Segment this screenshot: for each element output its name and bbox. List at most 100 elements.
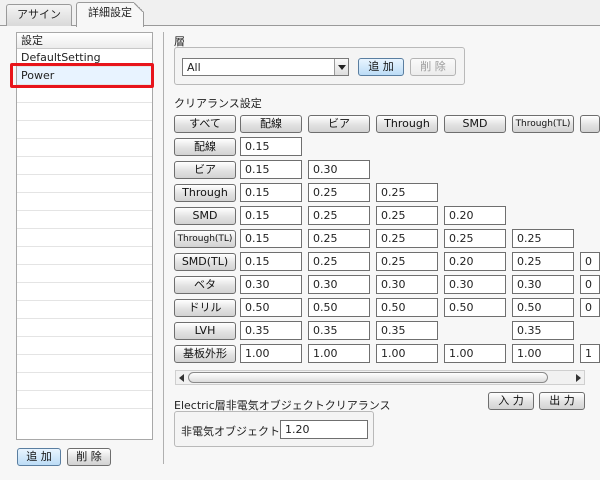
clearance-row-header-button[interactable]: 配線 bbox=[174, 138, 236, 156]
settings-list-header: 設定 bbox=[17, 33, 152, 49]
clearance-column-header-button[interactable]: ビア bbox=[308, 115, 370, 133]
settings-list-empty-row bbox=[17, 391, 152, 409]
clearance-title: クリアランス設定 bbox=[174, 97, 262, 110]
non-electric-object-clearance-field[interactable]: 1.20 bbox=[280, 420, 368, 439]
tab-assign-label: アサイン bbox=[17, 8, 61, 21]
tab-bar: アサイン 詳細設定 bbox=[0, 0, 600, 27]
clearance-row-header-button[interactable]: LVH bbox=[174, 322, 236, 340]
clearance-value-field[interactable]: 0.30 bbox=[308, 160, 370, 179]
clearance-value-field[interactable]: 0.20 bbox=[444, 206, 506, 225]
clearance-value-field[interactable]: 0.30 bbox=[240, 275, 302, 294]
clearance-value-field[interactable]: 0.25 bbox=[376, 183, 438, 202]
clearance-value-field[interactable]: 0.15 bbox=[240, 206, 302, 225]
tab-advanced-settings-label: 詳細設定 bbox=[88, 6, 132, 19]
settings-list-empty-row bbox=[17, 355, 152, 373]
add-setting-button[interactable]: 追 加 bbox=[17, 448, 61, 466]
clearance-value-field[interactable]: 0.50 bbox=[444, 298, 506, 317]
settings-list-empty-row bbox=[17, 193, 152, 211]
clearance-value-field[interactable]: 0 bbox=[580, 252, 600, 271]
clearance-value-field[interactable]: 0.25 bbox=[512, 252, 574, 271]
clearance-value-field[interactable]: 0.35 bbox=[308, 321, 370, 340]
select-all-button[interactable]: すべて bbox=[174, 115, 236, 133]
settings-list-empty-row bbox=[17, 121, 152, 139]
clearance-value-field[interactable]: 0.25 bbox=[308, 252, 370, 271]
settings-list-empty-row bbox=[17, 337, 152, 355]
clearance-value-field[interactable]: 1.00 bbox=[308, 344, 370, 363]
settings-list-empty-row bbox=[17, 247, 152, 265]
non-electric-object-label: 非電気オブジェクト bbox=[181, 425, 280, 438]
scroll-right-icon[interactable] bbox=[572, 371, 584, 384]
clearance-row-header-button[interactable]: SMD bbox=[174, 207, 236, 225]
clearance-value-field[interactable]: 0.15 bbox=[240, 183, 302, 202]
clearance-value-field[interactable]: 0.50 bbox=[376, 298, 438, 317]
clearance-value-field[interactable]: 0.15 bbox=[240, 229, 302, 248]
delete-setting-button[interactable]: 削 除 bbox=[67, 448, 111, 466]
clearance-value-field[interactable]: 0.50 bbox=[512, 298, 574, 317]
clearance-value-field[interactable]: 0.25 bbox=[376, 252, 438, 271]
layer-select[interactable]: All bbox=[182, 58, 349, 76]
clearance-row-header-button[interactable]: ドリル bbox=[174, 299, 236, 317]
clearance-value-field[interactable]: 0.35 bbox=[240, 321, 302, 340]
settings-list-empty-row bbox=[17, 103, 152, 121]
clearance-value-field[interactable]: 1.00 bbox=[444, 344, 506, 363]
clearance-row-header-button[interactable]: Through bbox=[174, 184, 236, 202]
clearance-value-field[interactable]: 1.00 bbox=[376, 344, 438, 363]
clearance-value-field[interactable]: 0.30 bbox=[444, 275, 506, 294]
clearance-value-field[interactable]: 0.35 bbox=[376, 321, 438, 340]
layer-select-value: All bbox=[187, 61, 201, 74]
export-button[interactable]: 出 力 bbox=[539, 392, 585, 410]
clearance-value-field[interactable]: 0.25 bbox=[444, 229, 506, 248]
clearance-value-field[interactable]: 0.25 bbox=[512, 229, 574, 248]
settings-list-empty-row bbox=[17, 139, 152, 157]
add-layer-button[interactable]: 追 加 bbox=[358, 58, 404, 76]
clearance-value-field[interactable]: 0.20 bbox=[444, 252, 506, 271]
selection-highlight-box bbox=[10, 63, 154, 88]
clearance-value-field[interactable]: 0.15 bbox=[240, 160, 302, 179]
clearance-value-field[interactable]: 0.50 bbox=[240, 298, 302, 317]
delete-layer-button[interactable]: 削 除 bbox=[410, 58, 456, 76]
tab-corner bbox=[134, 2, 144, 12]
clearance-row-header-button[interactable]: ベタ bbox=[174, 276, 236, 294]
tab-assign[interactable]: アサイン bbox=[6, 4, 72, 26]
clearance-value-field[interactable]: 0.25 bbox=[308, 206, 370, 225]
clearance-column-header-button-partial[interactable] bbox=[580, 115, 600, 133]
clearance-value-field[interactable]: 0.15 bbox=[240, 137, 302, 156]
settings-list-empty-row bbox=[17, 265, 152, 283]
scroll-left-icon[interactable] bbox=[176, 371, 188, 384]
clearance-value-field[interactable]: 0.30 bbox=[376, 275, 438, 294]
clearance-column-header-button[interactable]: Through bbox=[376, 115, 438, 133]
clearance-row-header-button[interactable]: Through(TL) bbox=[174, 230, 236, 248]
settings-list: 設定 DefaultSetting Power bbox=[16, 32, 153, 440]
clearance-value-field[interactable]: 0 bbox=[580, 298, 600, 317]
settings-list-empty-row bbox=[17, 157, 152, 175]
clearance-column-header-button[interactable]: Through(TL) bbox=[512, 115, 574, 133]
clearance-value-field[interactable]: 0 bbox=[580, 275, 600, 294]
clearance-value-field[interactable]: 0.30 bbox=[308, 275, 370, 294]
clearance-value-field[interactable]: 0.25 bbox=[308, 229, 370, 248]
clearance-value-field[interactable]: 0.25 bbox=[308, 183, 370, 202]
clearance-value-field[interactable]: 0.50 bbox=[308, 298, 370, 317]
settings-list-empty-row bbox=[17, 301, 152, 319]
clearance-value-field[interactable]: 0.25 bbox=[376, 229, 438, 248]
settings-list-empty-row bbox=[17, 319, 152, 337]
clearance-value-field[interactable]: 1.00 bbox=[240, 344, 302, 363]
chevron-down-icon[interactable] bbox=[334, 59, 348, 75]
import-button[interactable]: 入 力 bbox=[488, 392, 534, 410]
clearance-column-header-button[interactable]: SMD bbox=[444, 115, 506, 133]
settings-list-empty-row bbox=[17, 373, 152, 391]
clearance-value-field[interactable]: 1.00 bbox=[512, 344, 574, 363]
clearance-value-field[interactable]: 0.35 bbox=[512, 321, 574, 340]
clearance-value-field[interactable]: 0.15 bbox=[240, 252, 302, 271]
clearance-value-field[interactable]: 0.30 bbox=[512, 275, 574, 294]
settings-list-empty-row bbox=[17, 229, 152, 247]
settings-list-empty-row bbox=[17, 283, 152, 301]
clearance-row-header-button[interactable]: ビア bbox=[174, 161, 236, 179]
scrollbar-thumb[interactable] bbox=[188, 372, 548, 383]
clearance-value-field[interactable]: 0.25 bbox=[376, 206, 438, 225]
clearance-value-field[interactable]: 1 bbox=[580, 344, 600, 363]
clearance-horizontal-scrollbar[interactable] bbox=[175, 370, 585, 385]
tab-advanced-settings[interactable]: 詳細設定 bbox=[76, 2, 144, 27]
clearance-column-header-button[interactable]: 配線 bbox=[240, 115, 302, 133]
clearance-row-header-button[interactable]: SMD(TL) bbox=[174, 253, 236, 271]
clearance-row-header-button[interactable]: 基板外形 bbox=[174, 345, 236, 363]
